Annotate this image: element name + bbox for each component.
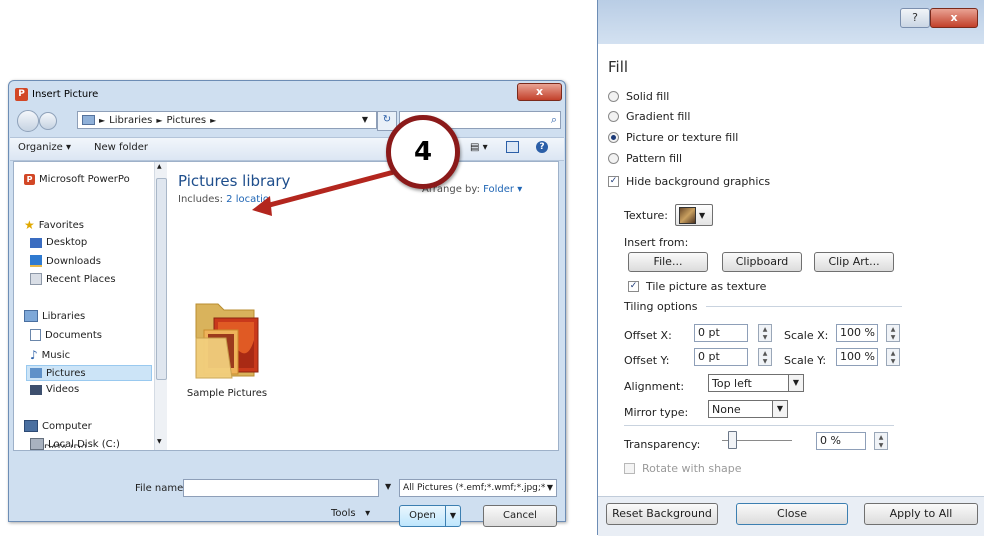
mirror-type-label: Mirror type: — [624, 406, 689, 419]
checkmark-icon: ✓ — [608, 176, 619, 187]
step-callout: 4 — [386, 115, 460, 189]
transparency-spinner[interactable]: ▲ ▼ — [874, 432, 888, 450]
file-button[interactable]: File... — [628, 252, 708, 272]
divider — [624, 425, 894, 426]
transparency-slider-thumb[interactable] — [728, 431, 737, 449]
apply-to-all-button[interactable]: Apply to All — [864, 503, 978, 525]
scale-y-spinner[interactable]: ▲ ▼ — [886, 348, 900, 366]
offset-x-spinner[interactable]: ▲ ▼ — [758, 324, 772, 342]
alignment-label: Alignment: — [624, 380, 685, 393]
reset-background-button[interactable]: Reset Background — [606, 503, 718, 525]
radio-pattern-fill[interactable]: Pattern fill — [608, 152, 682, 165]
mirror-type-select[interactable]: None ▼ — [708, 400, 788, 418]
offset-y-label: Offset Y: — [624, 354, 670, 367]
checkmark-icon: ✓ — [628, 281, 639, 292]
radio-selected-icon — [608, 132, 619, 143]
section-title: Fill — [608, 58, 629, 76]
alignment-select[interactable]: Top left ▼ — [708, 374, 804, 392]
format-background-dialog: ? x Fill Solid fill Gradient fill Pictur… — [597, 0, 984, 536]
offset-y-spinner[interactable]: ▲ ▼ — [758, 348, 772, 366]
texture-picker-button[interactable]: ▼ — [674, 204, 713, 226]
chevron-down-icon: ▼ — [698, 210, 706, 220]
texture-swatch-icon — [678, 206, 696, 224]
callout-arrowhead — [252, 196, 272, 216]
transparency-input[interactable]: 0 % — [816, 432, 866, 450]
radio-icon — [608, 91, 619, 102]
transparency-label: Transparency: — [624, 438, 701, 451]
offset-y-input[interactable]: 0 pt — [694, 348, 748, 366]
radio-icon — [608, 153, 619, 164]
tile-checkbox[interactable]: ✓ Tile picture as texture — [628, 280, 766, 293]
radio-picture-fill[interactable]: Picture or texture fill — [608, 131, 738, 144]
divider — [706, 306, 902, 307]
hide-bg-graphics-checkbox[interactable]: ✓ Hide background graphics — [608, 175, 770, 188]
scale-x-label: Scale X: — [784, 329, 829, 342]
close-window-button[interactable]: x — [930, 8, 978, 28]
radio-solid-fill[interactable]: Solid fill — [608, 90, 669, 103]
checkbox-icon — [624, 463, 635, 474]
rotate-with-shape-checkbox[interactable]: Rotate with shape — [624, 462, 742, 475]
callout-arrow-line — [261, 169, 395, 210]
radio-gradient-fill[interactable]: Gradient fill — [608, 110, 690, 123]
clip-art-button[interactable]: Clip Art... — [814, 252, 894, 272]
scale-y-input[interactable]: 100 % — [836, 348, 878, 366]
clipboard-button[interactable]: Clipboard — [722, 252, 802, 272]
texture-row: Texture: ▼ — [624, 204, 713, 226]
offset-x-input[interactable]: 0 pt — [694, 324, 748, 342]
scale-x-input[interactable]: 100 % — [836, 324, 878, 342]
insert-from-label: Insert from: — [624, 236, 689, 249]
scale-y-label: Scale Y: — [784, 354, 827, 367]
tiling-options-label: Tiling options — [624, 300, 698, 313]
help-button[interactable]: ? — [900, 8, 930, 28]
chevron-down-icon: ▼ — [788, 375, 803, 391]
radio-icon — [608, 111, 619, 122]
close-button[interactable]: Close — [736, 503, 848, 525]
scale-x-spinner[interactable]: ▲ ▼ — [886, 324, 900, 342]
offset-x-label: Offset X: — [624, 329, 672, 342]
chevron-down-icon: ▼ — [772, 401, 787, 417]
